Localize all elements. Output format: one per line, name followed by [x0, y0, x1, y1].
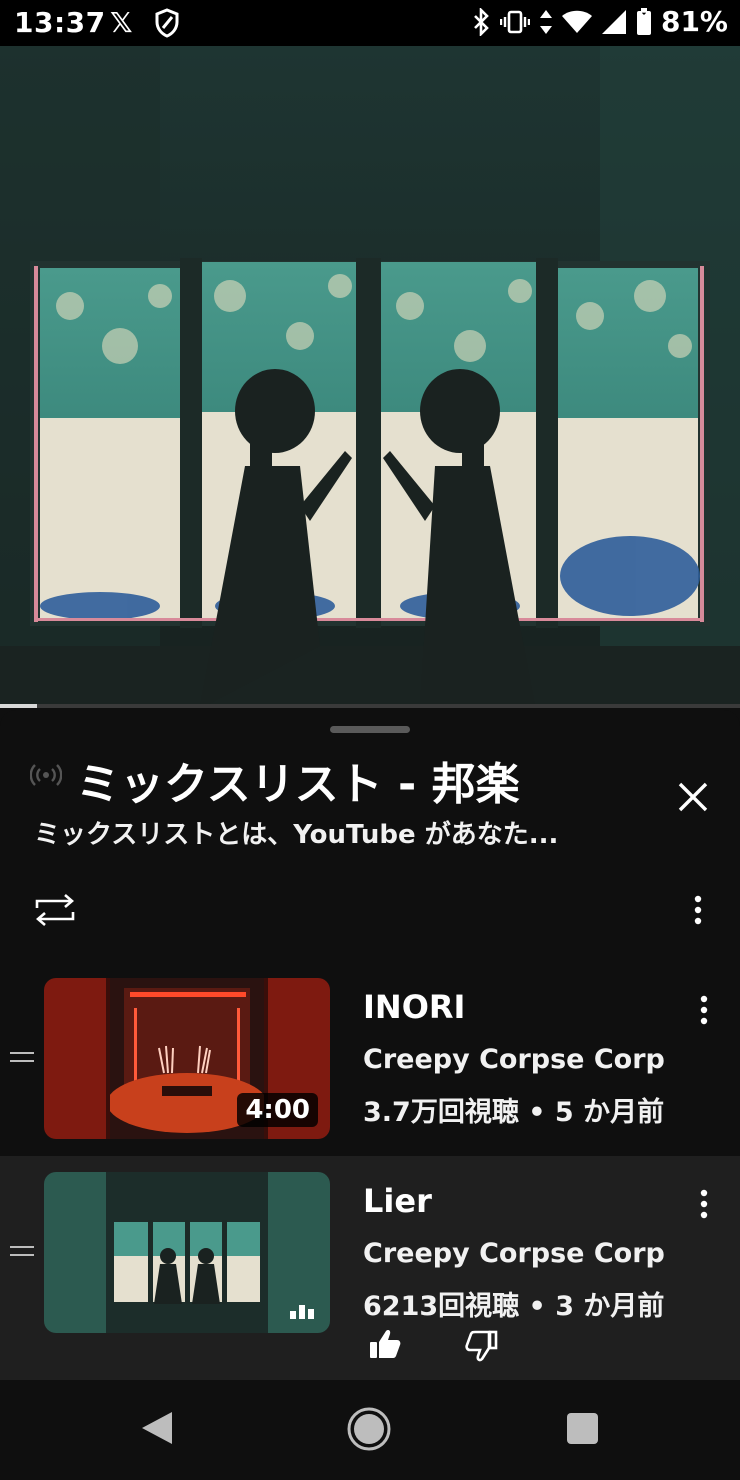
- more-vert-icon: [694, 895, 702, 925]
- status-bar: 13:37 𝕏 81%: [0, 0, 740, 46]
- drag-handle-icon[interactable]: [10, 1052, 34, 1066]
- playlist-more-button[interactable]: [692, 894, 704, 930]
- x-logo-icon: 𝕏: [110, 6, 133, 39]
- playlist-item[interactable]: 4:00 INORI Creepy Corpse Corp 3.7万回視聴 • …: [0, 966, 740, 1156]
- system-nav-bar: [0, 1380, 740, 1480]
- thumbnail-image: [44, 1172, 330, 1333]
- now-playing-bars-icon: [290, 1305, 314, 1319]
- playlist-panel: ミックスリスト - 邦楽 ミックスリストとは、YouTube があなた... 4…: [0, 710, 740, 1390]
- drag-handle-icon[interactable]: [10, 1246, 34, 1260]
- channel-name: Creepy Corpse Corp: [363, 1044, 665, 1075]
- signal-icon: [601, 9, 627, 35]
- video-thumbnail[interactable]: 4:00: [44, 978, 330, 1139]
- close-icon: [678, 782, 708, 812]
- video-meta: 6213回視聴 • 3 か月前: [363, 1291, 665, 1322]
- item-more-button[interactable]: [698, 994, 710, 1030]
- shield-icon: [154, 8, 180, 42]
- vibrate-icon: [499, 9, 530, 35]
- repeat-icon: [35, 894, 75, 926]
- video-title: INORI: [363, 988, 466, 1026]
- playlist-title: ミックスリスト - 邦楽: [76, 759, 520, 810]
- repeat-button[interactable]: [32, 890, 78, 934]
- video-meta: 3.7万回視聴 • 5 か月前: [363, 1097, 665, 1128]
- more-vert-icon: [700, 1189, 708, 1219]
- playlist-item-now-playing[interactable]: Lier Creepy Corpse Corp 6213回視聴 • 3 か月前: [0, 1156, 740, 1380]
- status-time: 13:37: [14, 6, 106, 39]
- item-more-button[interactable]: [698, 1188, 710, 1224]
- panel-drag-handle[interactable]: [330, 726, 410, 733]
- channel-name: Creepy Corpse Corp: [363, 1238, 665, 1269]
- wifi-icon: [561, 10, 592, 34]
- live-broadcast-icon: [29, 760, 63, 794]
- duration-badge: 4:00: [237, 1093, 318, 1127]
- battery-percent: 81%: [660, 5, 728, 38]
- back-button[interactable]: [140, 1410, 174, 1450]
- recents-button[interactable]: [567, 1413, 598, 1444]
- like-button[interactable]: [368, 1328, 402, 1364]
- playlist-description[interactable]: ミックスリストとは、YouTube があなた...: [34, 814, 558, 851]
- thumb-up-icon: [370, 1330, 401, 1358]
- close-button[interactable]: [672, 776, 714, 818]
- video-player[interactable]: [0, 46, 740, 706]
- bluetooth-icon: [471, 7, 491, 36]
- battery-icon: [636, 7, 652, 36]
- dislike-button[interactable]: [464, 1330, 498, 1366]
- video-thumbnail[interactable]: [44, 1172, 330, 1333]
- video-progress-fill: [0, 704, 37, 708]
- back-icon: [142, 1412, 172, 1444]
- home-icon: [347, 1407, 391, 1451]
- more-vert-icon: [700, 995, 708, 1025]
- data-arrows-icon: [539, 9, 553, 35]
- video-title: Lier: [363, 1182, 432, 1220]
- home-button[interactable]: [346, 1406, 392, 1456]
- video-progress-bar[interactable]: [0, 704, 740, 708]
- video-frame: [0, 46, 740, 706]
- thumb-down-icon: [465, 1330, 498, 1362]
